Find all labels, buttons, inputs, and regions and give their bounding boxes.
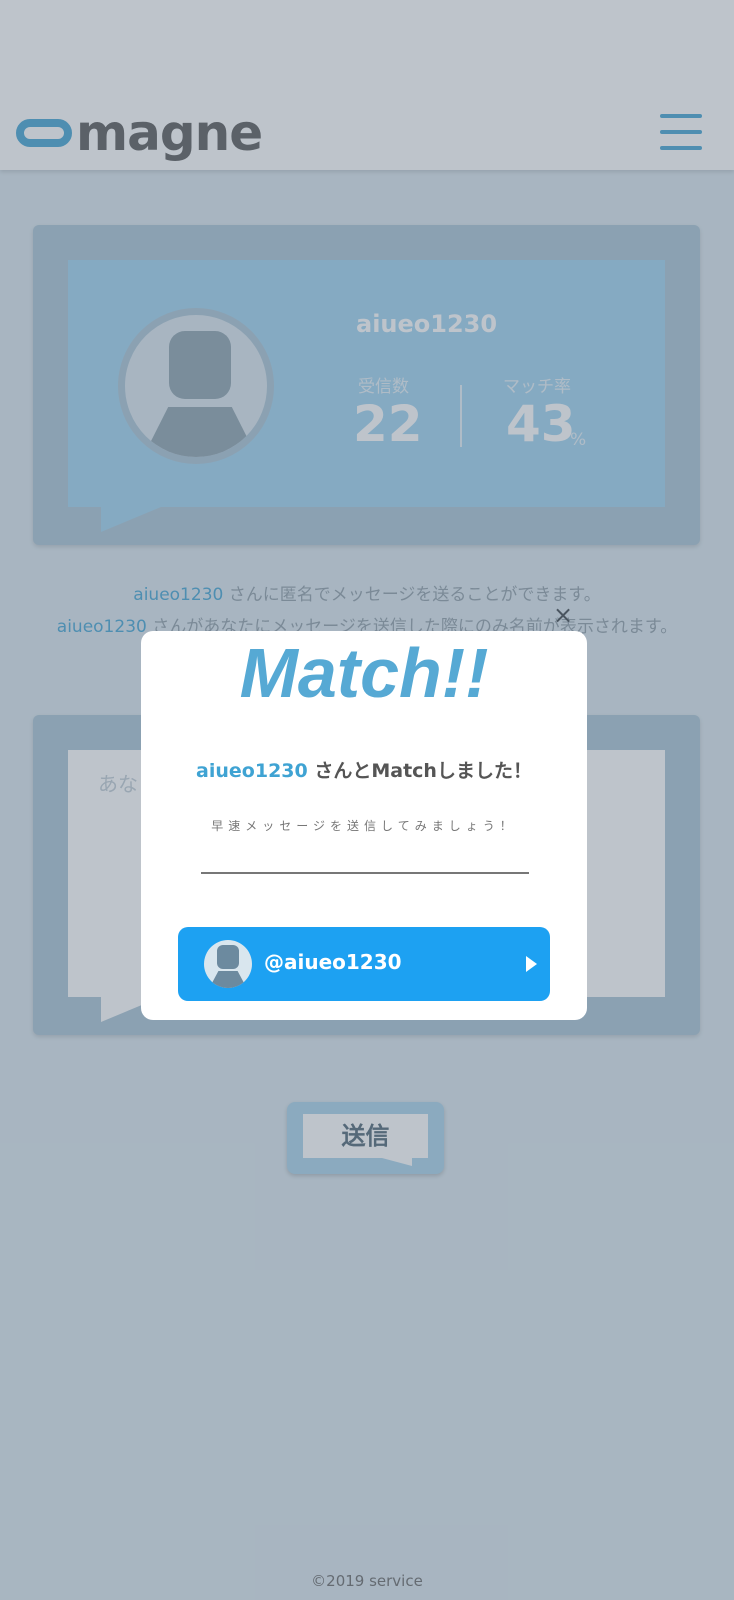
match-message: aiueo1230 さんとMatchしました！ bbox=[196, 760, 532, 782]
divider bbox=[201, 872, 529, 874]
modal-subtitle: 早速メッセージを送信してみましょう！ bbox=[211, 819, 517, 833]
twitter-profile-button[interactable]: @aiueo1230 bbox=[178, 927, 550, 1001]
modal-title: Match!! bbox=[239, 634, 489, 712]
avatar bbox=[204, 940, 252, 988]
play-arrow-icon bbox=[526, 956, 537, 972]
close-icon[interactable]: × bbox=[552, 602, 574, 628]
match-modal: Match!! aiueo1230 さんとMatchしました！ 早速メッセージを… bbox=[141, 631, 587, 1020]
twitter-handle: @aiueo1230 bbox=[264, 950, 402, 974]
